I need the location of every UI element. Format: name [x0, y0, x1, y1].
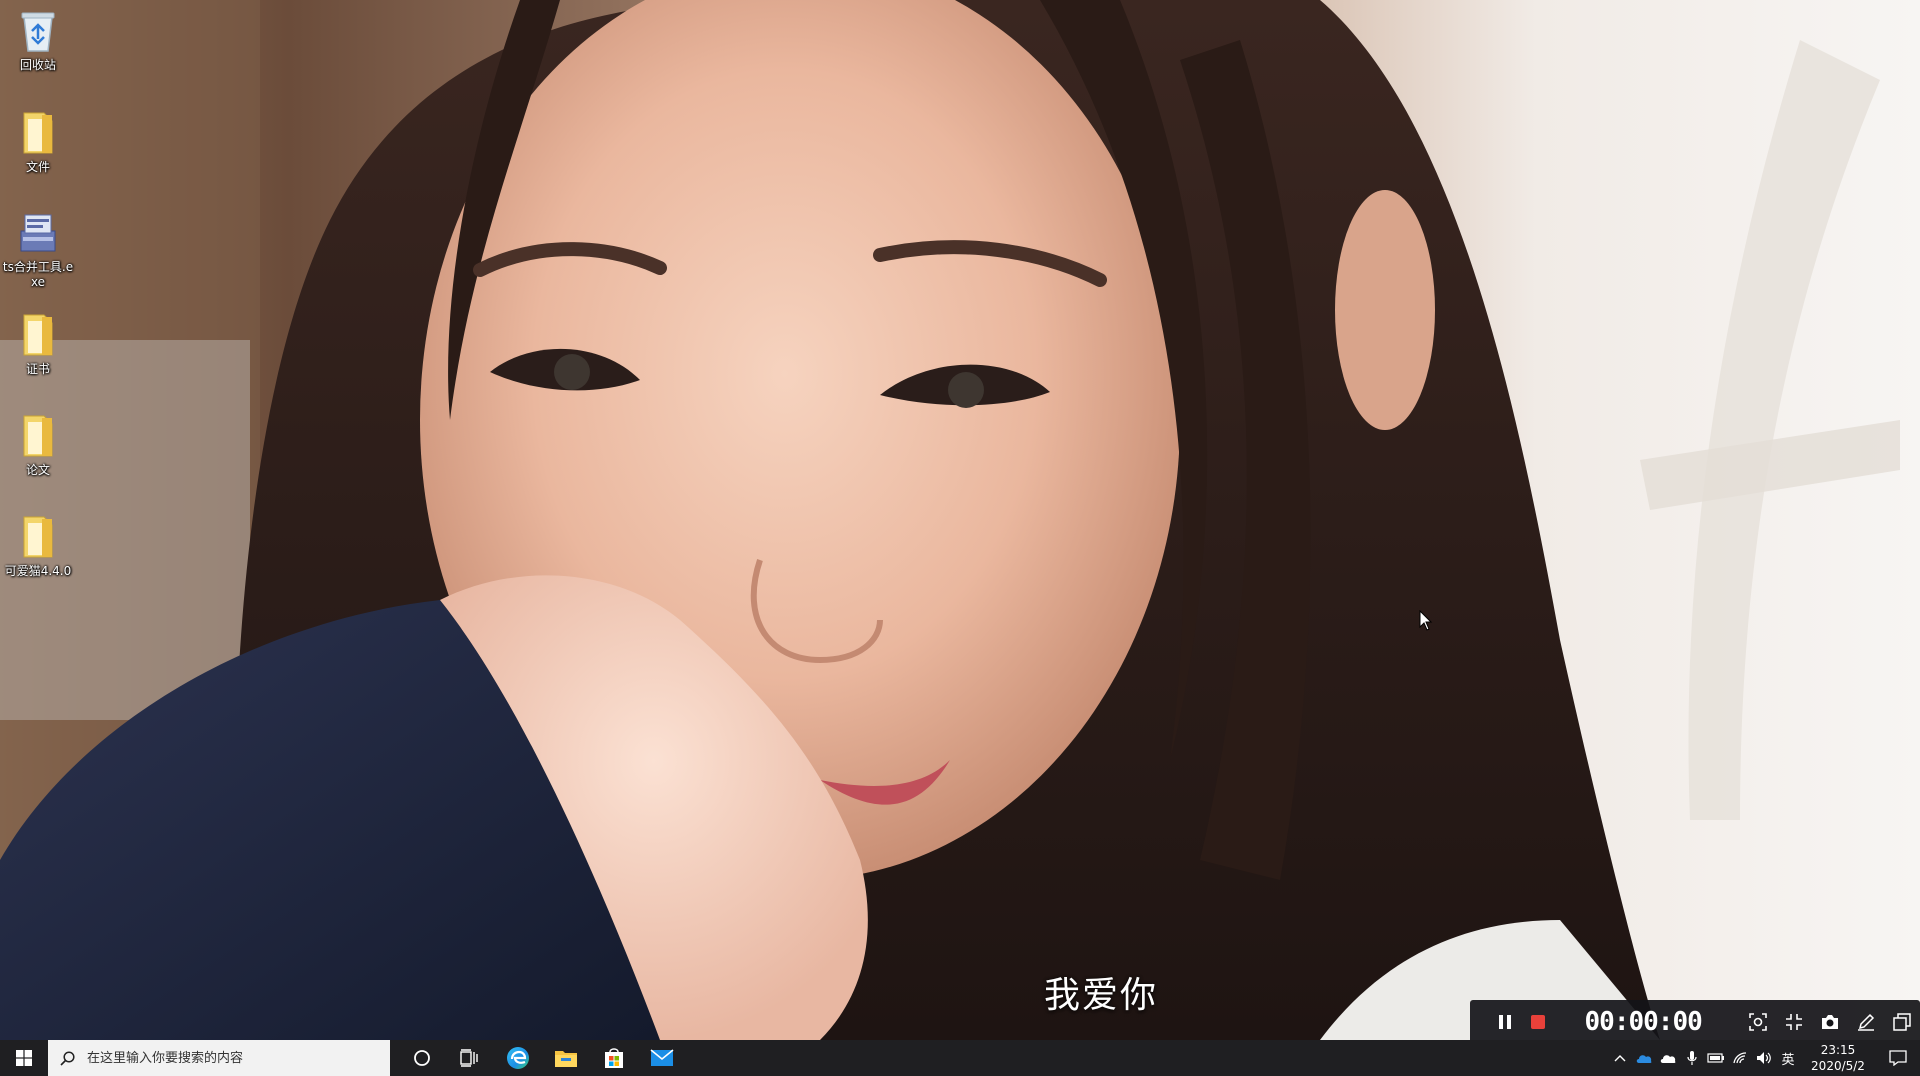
mouse-pointer-icon — [1419, 609, 1433, 636]
wifi-icon — [1733, 1052, 1747, 1064]
annotate-button[interactable] — [1848, 1000, 1884, 1044]
folder-icon — [15, 312, 61, 358]
battery-icon — [1707, 1053, 1724, 1063]
file-explorer-icon — [555, 1051, 577, 1067]
chevron-up-icon — [1614, 1055, 1626, 1062]
recording-timer: 00:00:00 — [1584, 1007, 1703, 1037]
stop-record-button[interactable] — [1521, 1000, 1554, 1044]
installer-icon — [15, 210, 61, 256]
pause-button[interactable] — [1488, 1000, 1521, 1044]
region-capture-icon — [1748, 1013, 1767, 1031]
pen-icon — [1857, 1013, 1874, 1031]
task-view-icon — [460, 1049, 478, 1067]
taskbar: 英 23:15 2020/5/2 — [0, 1040, 1920, 1076]
cortana-icon — [414, 1050, 430, 1066]
cortana-button[interactable] — [398, 1040, 446, 1076]
folder-icon — [15, 110, 61, 156]
edge-icon — [507, 1047, 529, 1069]
search-input[interactable] — [85, 1049, 369, 1067]
desktop-icon-folder-certificate[interactable]: 证书 — [0, 312, 76, 377]
taskbar-clock[interactable]: 23:15 2020/5/2 — [1800, 1040, 1876, 1076]
mail-icon — [650, 1049, 674, 1066]
network-tray[interactable] — [1728, 1040, 1752, 1076]
restore-window-icon — [1893, 1013, 1911, 1031]
camera-icon — [1821, 1015, 1838, 1029]
onedrive-blue-icon — [1636, 1055, 1652, 1063]
speaker-icon — [1757, 1052, 1771, 1064]
desktop-icon-label: 论文 — [25, 463, 50, 477]
start-button[interactable] — [0, 1040, 48, 1076]
windows-logo-icon — [16, 1050, 32, 1066]
cloud-icon — [1660, 1055, 1676, 1063]
store-icon — [605, 1048, 623, 1068]
desktop-icon-recycle-bin[interactable]: 回收站 — [0, 8, 76, 73]
collapse-arrows-icon — [1785, 1014, 1802, 1030]
onedrive-personal-tray[interactable] — [1656, 1040, 1680, 1076]
desktop-icon-label: ts合并工具.exe — [2, 260, 74, 289]
desktop-icon-ts-merge-tool[interactable]: ts合并工具.exe — [0, 210, 76, 290]
taskbar-edge[interactable] — [494, 1040, 542, 1076]
clock-time: 23:15 — [1820, 1043, 1856, 1057]
folder-icon — [15, 514, 61, 560]
show-hidden-icons-button[interactable] — [1608, 1040, 1632, 1076]
minimize-recorder-button[interactable] — [1776, 1000, 1812, 1044]
window-mode-button[interactable] — [1884, 1000, 1920, 1044]
taskbar-store[interactable] — [590, 1040, 638, 1076]
desktop-icon-label: 文件 — [25, 160, 50, 174]
system-tray: 英 23:15 2020/5/2 — [1608, 1040, 1920, 1076]
onedrive-tray[interactable] — [1632, 1040, 1656, 1076]
recycle-bin-icon — [15, 8, 61, 54]
screenshot-button[interactable] — [1812, 1000, 1848, 1044]
clock-date: 2020/5/2 — [1811, 1059, 1865, 1073]
battery-tray[interactable] — [1704, 1040, 1728, 1076]
taskbar-file-explorer[interactable] — [542, 1040, 590, 1076]
desktop-icon-label: 回收站 — [19, 58, 56, 72]
folder-icon — [15, 413, 61, 459]
desktop-icon-label: 证书 — [25, 362, 50, 376]
video-subtitle: 我爱你 — [1044, 975, 1159, 1016]
desktop-icon-folder-thesis[interactable]: 论文 — [0, 413, 76, 478]
desktop-icon-label: 可爱猫4.4.0 — [4, 564, 72, 578]
pause-icon — [1498, 1015, 1511, 1029]
notification-icon — [1889, 1050, 1907, 1066]
microphone-tray[interactable] — [1680, 1040, 1704, 1076]
search-icon — [60, 1050, 75, 1066]
microphone-icon — [1687, 1051, 1697, 1065]
input-method-indicator[interactable]: 英 — [1776, 1040, 1800, 1076]
action-center-button[interactable] — [1876, 1040, 1920, 1076]
region-select-button[interactable] — [1740, 1000, 1776, 1044]
volume-tray[interactable] — [1752, 1040, 1776, 1076]
taskbar-search-box[interactable] — [48, 1040, 390, 1076]
screen-recorder-toolbar: 00:00:00 — [1470, 1000, 1920, 1044]
task-view-button[interactable] — [446, 1040, 494, 1076]
stop-icon — [1530, 1015, 1545, 1029]
desktop-wallpaper — [0, 0, 1920, 1040]
desktop-icon-folder-files[interactable]: 文件 — [0, 110, 76, 175]
taskbar-mail[interactable] — [638, 1040, 686, 1076]
desktop-icon-folder-keaimao[interactable]: 可爱猫4.4.0 — [0, 514, 76, 579]
